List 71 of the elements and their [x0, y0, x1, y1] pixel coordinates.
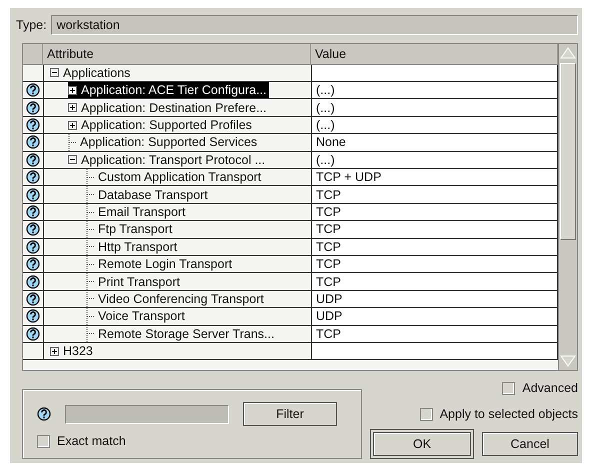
- help-icon[interactable]: [26, 292, 40, 306]
- tree-item[interactable]: Video Conferencing Transport: [86, 290, 266, 308]
- value-cell[interactable]: TCP: [312, 221, 558, 238]
- tree-item[interactable]: Database Transport: [86, 186, 210, 203]
- value-cell[interactable]: TCP: [312, 256, 558, 272]
- help-icon[interactable]: [37, 407, 51, 421]
- value-cell[interactable]: TCP: [312, 238, 558, 255]
- tree-item[interactable]: Custom Application Transport: [86, 169, 264, 186]
- collapse-icon[interactable]: [50, 68, 59, 78]
- value-cell[interactable]: TCP: [312, 326, 558, 342]
- cancel-button[interactable]: Cancel: [482, 432, 578, 456]
- help-icon[interactable]: [26, 135, 40, 150]
- tree-line-icon: [68, 134, 76, 151]
- help-icon[interactable]: [26, 188, 40, 202]
- checkbox[interactable]: [502, 382, 516, 394]
- help-icon[interactable]: [26, 83, 40, 98]
- help-icon[interactable]: [26, 326, 40, 341]
- collapse-icon[interactable]: [68, 155, 77, 164]
- help-icon[interactable]: [26, 240, 40, 254]
- help-icon[interactable]: [26, 152, 40, 167]
- tree-item[interactable]: H323: [50, 342, 95, 360]
- value-cell[interactable]: TCP: [312, 273, 558, 290]
- checkbox[interactable]: [37, 434, 50, 448]
- help-icon[interactable]: [26, 205, 40, 219]
- tree-item[interactable]: Email Transport: [86, 204, 188, 220]
- checkbox[interactable]: [420, 408, 433, 420]
- value-cell[interactable]: (...): [312, 82, 558, 98]
- value-cell[interactable]: [312, 64, 558, 82]
- tree-item[interactable]: Ftp Transport: [86, 221, 174, 238]
- checkbox-label: Advanced: [522, 381, 578, 395]
- tree-item[interactable]: Http Transport: [86, 238, 180, 255]
- type-field: workstation: [50, 14, 578, 35]
- tree-item[interactable]: Print Transport: [86, 273, 182, 290]
- tree-item[interactable]: Remote Login Transport: [86, 256, 234, 272]
- help-icon[interactable]: [26, 170, 40, 184]
- value-cell[interactable]: (...): [312, 99, 558, 116]
- value-cell[interactable]: UDP: [312, 308, 558, 325]
- tree-item[interactable]: Application: ACE Tier Configura...: [68, 82, 269, 98]
- tree-item[interactable]: Remote Storage Server Trans...: [86, 326, 276, 342]
- value-cell[interactable]: UDP: [312, 290, 558, 308]
- checkbox-label: Exact match: [57, 434, 126, 448]
- help-icon[interactable]: [26, 257, 40, 272]
- tree-item[interactable]: Voice Transport: [86, 308, 187, 325]
- value-cell[interactable]: (...): [312, 116, 558, 134]
- expand-icon[interactable]: [68, 120, 77, 130]
- value-cell[interactable]: TCP: [312, 186, 558, 203]
- help-icon[interactable]: [26, 309, 40, 324]
- tree-item[interactable]: Applications: [50, 64, 132, 82]
- expand-icon[interactable]: [68, 86, 77, 95]
- value-cell[interactable]: TCP + UDP: [312, 169, 558, 186]
- value-cell[interactable]: TCP: [312, 204, 558, 220]
- filter-field[interactable]: [65, 404, 229, 424]
- help-icon[interactable]: [26, 222, 40, 236]
- scrollbar[interactable]: [558, 44, 577, 370]
- column-header[interactable]: Attribute: [43, 44, 311, 64]
- help-icon[interactable]: [26, 274, 40, 289]
- tree-item[interactable]: Application: Supported Profiles: [68, 116, 254, 134]
- value-cell[interactable]: None: [312, 134, 558, 151]
- filter-button[interactable]: Filter: [243, 402, 337, 426]
- value-cell[interactable]: [312, 342, 558, 360]
- expand-icon[interactable]: [50, 346, 59, 356]
- ok-button[interactable]: OK: [373, 432, 471, 456]
- help-icon[interactable]: [26, 118, 40, 132]
- tree-item[interactable]: Application: Destination Prefere...: [68, 99, 269, 116]
- checkbox-label: Apply to selected objects: [440, 407, 578, 421]
- value-cell[interactable]: (...): [312, 152, 558, 168]
- help-icon[interactable]: [26, 100, 40, 115]
- expand-icon[interactable]: [68, 103, 77, 112]
- tree-item[interactable]: Application: Supported Services: [68, 134, 260, 151]
- type-label: Type:: [16, 18, 47, 32]
- tree-item[interactable]: Application: Transport Protocol ...: [68, 152, 268, 168]
